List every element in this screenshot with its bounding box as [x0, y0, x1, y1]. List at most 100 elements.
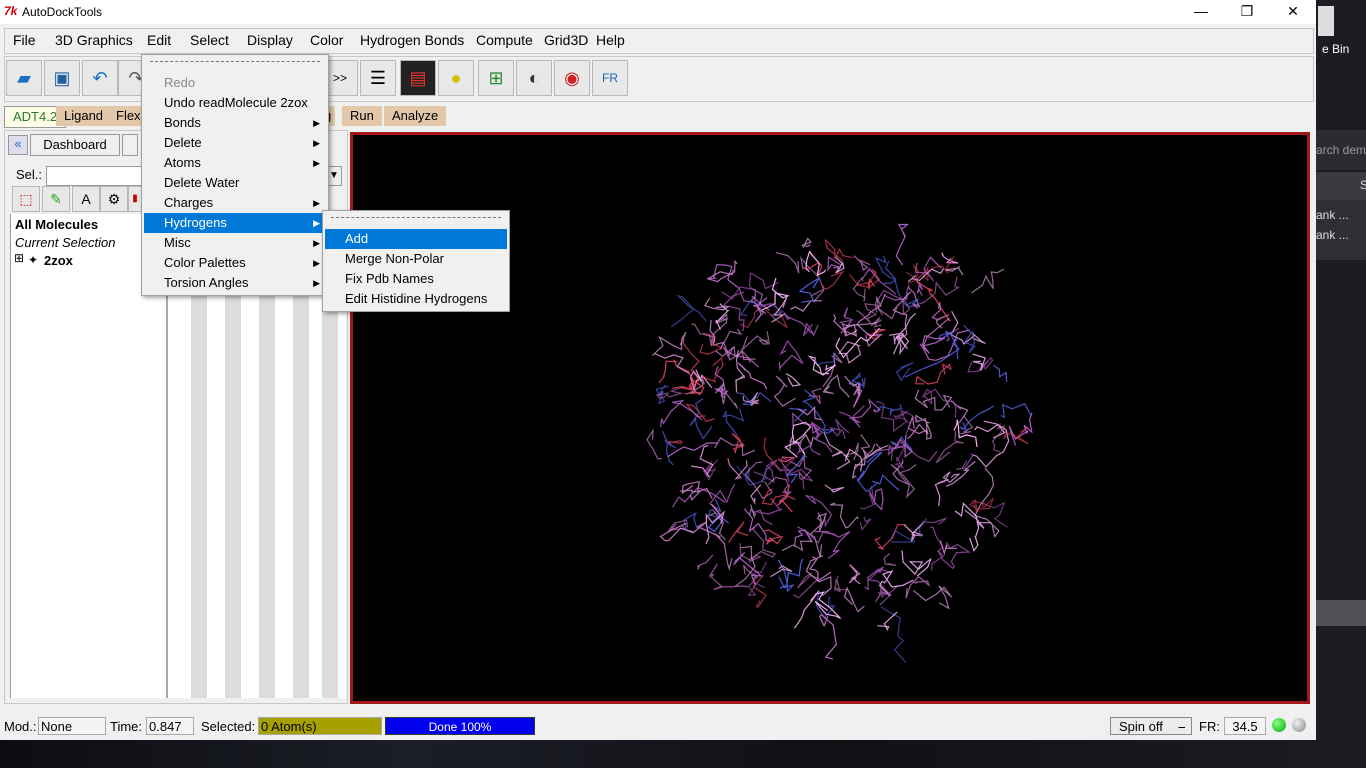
menu-display[interactable]: Display [247, 32, 293, 48]
menu-3d-graphics[interactable]: 3D Graphics [55, 32, 133, 48]
progress-text: Done 100% [428, 720, 492, 734]
menu-hydrogen-bonds[interactable]: Hydrogen Bonds [360, 32, 464, 48]
menu-compute[interactable]: Compute [476, 32, 533, 48]
edit-menu-item-redo[interactable]: Redo [144, 73, 326, 93]
desktop-row-2: ank ... [1316, 228, 1349, 242]
save-icon[interactable]: ▣ [44, 60, 80, 96]
tab-ligand[interactable]: Ligand [56, 106, 112, 126]
menu-item-label: Atoms [164, 155, 201, 170]
settings-gear-icon[interactable]: ⚙ [100, 186, 128, 212]
column-stripe [322, 296, 338, 698]
recycle-bin-icon[interactable] [1318, 6, 1334, 36]
edit-menu: Redo Undo readMolecule 2zox Bonds ▶ Delete ▶ A… [141, 54, 329, 296]
column-stripe [191, 296, 207, 698]
menu-file[interactable]: File [13, 32, 36, 48]
mod-label: Mod.: [4, 719, 37, 734]
menu-tearoff[interactable] [150, 61, 320, 62]
menu-grid3d[interactable]: Grid3D [544, 32, 588, 48]
menu-item-label: Hydrogens [164, 215, 227, 230]
spin-dropdown[interactable]: Spin off ⎯ [1110, 717, 1192, 735]
desktop-row-1: ank ... [1316, 208, 1349, 222]
hydrogens-item-add[interactable]: Add [325, 229, 507, 249]
dashboard-extra-tab[interactable] [122, 134, 138, 156]
collapse-icon[interactable]: « [8, 135, 28, 155]
tree-current-selection[interactable]: Current Selection [15, 235, 115, 250]
column-stripe [225, 296, 241, 698]
hydrogens-submenu: Add Merge Non-Polar Fix Pdb Names Edit Hist… [322, 210, 510, 312]
gray-status-icon[interactable] [1292, 718, 1306, 732]
window-title: AutoDockTools [22, 5, 103, 19]
menu-item-label: Misc [164, 235, 191, 250]
menu-item-label: Undo readMolecule 2zox [164, 95, 308, 110]
label-font-icon[interactable]: A [72, 186, 100, 212]
submenu-arrow-icon: ▶ [313, 158, 320, 168]
menu-help[interactable]: Help [596, 32, 625, 48]
submenu-arrow-icon: ▶ [313, 198, 320, 208]
text-align-icon[interactable]: ☰ [360, 60, 396, 96]
select-tool-icon[interactable]: ⬚ [12, 186, 40, 212]
desktop-strip [1316, 600, 1366, 626]
submenu-tearoff[interactable] [331, 217, 501, 218]
desktop-search-text: arch dem [1316, 143, 1366, 157]
tree-root-all-molecules[interactable]: All Molecules [15, 217, 98, 232]
green-status-icon[interactable] [1272, 718, 1286, 732]
edit-menu-item-charges[interactable]: Charges ▶ [144, 193, 326, 213]
edit-menu-item-hydrogens[interactable]: Hydrogens ▶ [144, 213, 326, 233]
menu-item-label: Delete [164, 135, 202, 150]
menu-item-label: Charges [164, 195, 214, 210]
menu-item-label: Bonds [164, 115, 201, 130]
hydrogens-item-merge-non-polar[interactable]: Merge Non-Polar [325, 249, 507, 269]
maximize-button[interactable]: ❐ [1224, 0, 1270, 24]
undo-arrow-icon[interactable]: ↶ [82, 60, 118, 96]
stereo-glasses-icon[interactable]: ◐ [516, 60, 552, 96]
time-label: Time: [110, 719, 143, 734]
tk-feather-icon: 7k [4, 4, 18, 18]
minimize-button[interactable]: — [1178, 0, 1224, 24]
time-field: 0.847 [146, 717, 194, 735]
tab-dashboard[interactable]: Dashboard [30, 134, 120, 156]
desktop-header-strip [1316, 172, 1366, 200]
trackball-icon[interactable]: ◉ [554, 60, 590, 96]
progress-bar: Done 100% [385, 717, 535, 735]
hydrogens-item-fix-pdb-names[interactable]: Fix Pdb Names [325, 269, 507, 289]
spin-label: Spin off [1119, 719, 1163, 734]
edit-menu-item-misc[interactable]: Misc ▶ [144, 233, 326, 253]
submenu-arrow-icon: ▶ [313, 118, 320, 128]
tab-run[interactable]: Run [342, 106, 382, 126]
edit-menu-item-color-palettes[interactable]: Color Palettes ▶ [144, 253, 326, 273]
selected-field: 0 Atom(s) [258, 717, 382, 735]
submenu-arrow-icon: ▶ [313, 238, 320, 248]
title-bar [0, 0, 1316, 24]
open-folder-icon[interactable]: ▰ [6, 60, 42, 96]
edit-menu-item-delete[interactable]: Delete ▶ [144, 133, 326, 153]
selection-input[interactable] [46, 166, 144, 186]
pencil-icon[interactable]: ✎ [42, 186, 70, 212]
close-button[interactable]: ✕ [1270, 0, 1316, 24]
hydrogens-item-edit-histidine-hydrogens[interactable]: Edit Histidine Hydrogens [325, 289, 507, 309]
edit-menu-item-undo-readmolecule-2zox[interactable]: Undo readMolecule 2zox [144, 93, 326, 113]
recycle-bin-label: e Bin [1322, 42, 1350, 56]
sel-label: Sel.: [16, 167, 43, 182]
submenu-arrow-icon: ▶ [313, 278, 320, 288]
menu-select[interactable]: Select [190, 32, 229, 48]
display-panel-icon[interactable]: ▤ [400, 60, 436, 96]
fr-info-icon[interactable]: FR [592, 60, 628, 96]
edit-menu-item-bonds[interactable]: Bonds ▶ [144, 113, 326, 133]
tree-molecule-2zox[interactable]: 2zox [44, 253, 73, 268]
column-stripe [293, 296, 309, 698]
tab-analyze[interactable]: Analyze [384, 106, 447, 126]
dropdown-icon: ⎯ [1178, 719, 1186, 734]
submenu-arrow-icon: ▶ [313, 218, 320, 228]
expand-icon[interactable]: ⊞ [14, 251, 24, 265]
edit-menu-item-atoms[interactable]: Atoms ▶ [144, 153, 326, 173]
network-editor-icon[interactable]: ⊞ [478, 60, 514, 96]
color-shapes-icon[interactable]: ● [438, 60, 474, 96]
molecule-icon: ✦ [28, 253, 39, 267]
edit-menu-item-delete-water[interactable]: Delete Water [144, 173, 326, 193]
color-bars-icon[interactable]: ▮ [128, 186, 142, 212]
edit-menu-item-torsion-angles[interactable]: Torsion Angles ▶ [144, 273, 326, 293]
menu-color[interactable]: Color [310, 32, 343, 48]
submenu-arrow-icon: ▶ [313, 138, 320, 148]
menu-item-label: Delete Water [164, 175, 240, 190]
menu-edit[interactable]: Edit [147, 32, 171, 48]
